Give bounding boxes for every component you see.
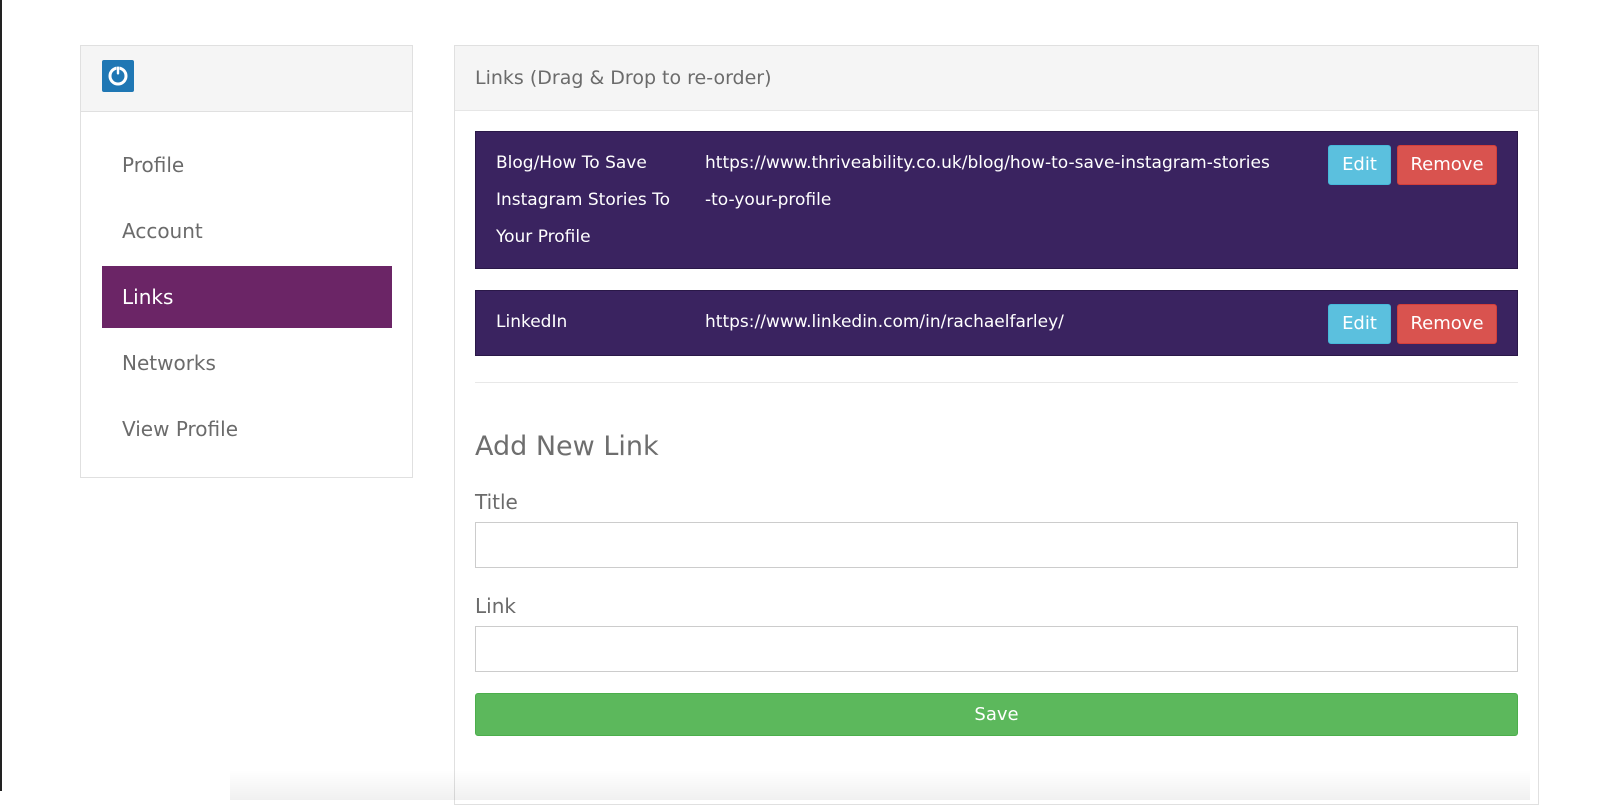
power-icon-glyph: [108, 66, 128, 86]
link-url: https://www.thriveability.co.uk/blog/how…: [705, 153, 1270, 210]
sidebar-nav: Profile Account Links Networks View Prof…: [81, 112, 412, 460]
link-row[interactable]: LinkedIn https://www.linkedin.com/in/rac…: [475, 290, 1518, 356]
link-row-actions: Edit Remove: [1328, 304, 1497, 344]
sidebar: Profile Account Links Networks View Prof…: [80, 45, 413, 478]
form-heading: Add New Link: [475, 431, 659, 462]
link-title: Blog/How To Save Instagram Stories To Yo…: [496, 153, 671, 247]
link-row-actions: Edit Remove: [1328, 145, 1497, 185]
link-url: https://www.linkedin.com/in/rachaelfarle…: [705, 312, 1064, 332]
add-link-form: Add New Link Title Link Save: [455, 383, 1538, 736]
link-input[interactable]: [475, 626, 1518, 672]
panel-body: Blog/How To Save Instagram Stories To Yo…: [455, 111, 1538, 383]
panel-title: Links (Drag & Drop to re-order): [455, 46, 1538, 111]
link-title: LinkedIn: [496, 312, 568, 332]
remove-link-button[interactable]: Remove: [1397, 145, 1497, 185]
links-panel: Links (Drag & Drop to re-order) Blog/How…: [454, 45, 1539, 805]
edit-link-button[interactable]: Edit: [1328, 304, 1391, 344]
edit-link-button[interactable]: Edit: [1328, 145, 1391, 185]
sidebar-item-profile[interactable]: Profile: [102, 134, 392, 196]
save-button[interactable]: Save: [475, 693, 1518, 736]
title-label: Title: [475, 490, 518, 514]
link-label: Link: [475, 594, 516, 618]
window-edge: [0, 0, 2, 791]
sidebar-item-links[interactable]: Links: [102, 266, 392, 328]
sidebar-header: [81, 46, 412, 112]
power-icon[interactable]: [102, 60, 134, 92]
title-input[interactable]: [475, 522, 1518, 568]
sidebar-item-view-profile[interactable]: View Profile: [102, 398, 392, 460]
sidebar-item-account[interactable]: Account: [102, 200, 392, 262]
remove-link-button[interactable]: Remove: [1397, 304, 1497, 344]
sidebar-item-networks[interactable]: Networks: [102, 332, 392, 394]
link-row[interactable]: Blog/How To Save Instagram Stories To Yo…: [475, 131, 1518, 269]
